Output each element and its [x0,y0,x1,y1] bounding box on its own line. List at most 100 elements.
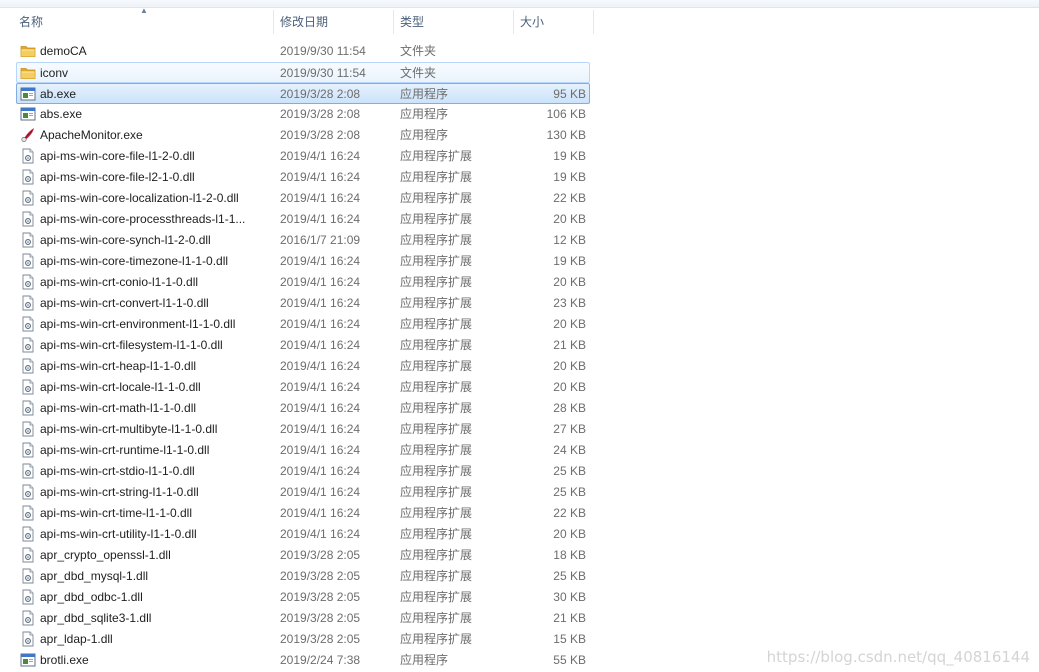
file-row[interactable]: api-ms-win-core-file-l1-2-0.dll 2019/4/1 … [0,146,1039,167]
file-name: api-ms-win-crt-math-l1-1-0.dll [40,401,197,415]
dll-icon [20,568,36,584]
file-row[interactable]: ab.exe 2019/3/28 2:08 应用程序 95 KB [16,83,590,104]
file-name: demoCA [40,44,87,58]
file-icon-cell [20,209,36,230]
file-row[interactable]: api-ms-win-core-localization-l1-2-0.dll 2… [0,188,1039,209]
file-name: api-ms-win-core-synch-l1-2-0.dll [40,233,211,247]
file-icon-cell [20,84,36,105]
file-size: 24 KB [553,443,586,457]
file-name: brotli.exe [40,653,89,667]
file-row[interactable]: api-ms-win-crt-filesystem-l1-1-0.dll 2019… [0,335,1039,356]
file-type: 应用程序扩展 [400,233,473,247]
file-name: apr_crypto_openssl-1.dll [40,548,171,562]
file-modified-date: 2019/3/28 2:05 [280,590,361,604]
file-row[interactable]: api-ms-win-core-timezone-l1-1-0.dll 2019/… [0,251,1039,272]
file-name: api-ms-win-crt-stdio-l1-1-0.dll [40,464,195,478]
file-modified-date: 2016/1/7 21:09 [280,233,361,247]
file-modified-date: 2019/4/1 16:24 [280,212,361,226]
dll-icon [20,274,36,290]
file-modified-date: 2019/4/1 16:24 [280,422,361,436]
file-size: 19 KB [553,170,586,184]
file-icon-cell [20,566,36,587]
file-icon-cell [20,524,36,545]
file-name: abs.exe [40,107,83,121]
file-row[interactable]: api-ms-win-crt-runtime-l1-1-0.dll 2019/4/… [0,440,1039,461]
file-size: 27 KB [553,422,586,436]
file-row[interactable]: api-ms-win-crt-locale-l1-1-0.dll 2019/4/1… [0,377,1039,398]
file-icon-cell [20,188,36,209]
dll-icon [20,442,36,458]
file-modified-date: 2019/4/1 16:24 [280,506,361,520]
file-size: 25 KB [553,464,586,478]
column-header-type[interactable]: 类型 [393,8,513,36]
file-row[interactable]: api-ms-win-crt-heap-l1-1-0.dll 2019/4/1 1… [0,356,1039,377]
column-header-name[interactable]: 名称 [12,8,272,36]
file-icon-cell [20,146,36,167]
file-icon-cell [20,377,36,398]
column-divider[interactable] [593,10,594,34]
file-type: 应用程序扩展 [400,506,473,520]
file-type: 应用程序扩展 [400,548,473,562]
dll-icon [20,589,36,605]
file-modified-date: 2019/4/1 16:24 [280,317,361,331]
file-row[interactable]: apr_dbd_sqlite3-1.dll 2019/3/28 2:05 应用程序扩… [0,608,1039,629]
file-row[interactable]: ApacheMonitor.exe 2019/3/28 2:08 应用程序 130 K… [0,125,1039,146]
file-row[interactable]: api-ms-win-crt-environment-l1-1-0.dll 201… [0,314,1039,335]
file-modified-date: 2019/3/28 2:05 [280,548,361,562]
dll-icon [20,358,36,374]
file-row[interactable]: api-ms-win-crt-convert-l1-1-0.dll 2019/4/… [0,293,1039,314]
dll-icon [20,631,36,647]
dll-icon [20,337,36,353]
file-row[interactable]: api-ms-win-crt-math-l1-1-0.dll 2019/4/1 1… [0,398,1039,419]
file-row[interactable]: apr_crypto_openssl-1.dll 2019/3/28 2:05 应用… [0,545,1039,566]
file-name: ab.exe [40,87,77,101]
file-modified-date: 2019/4/1 16:24 [280,485,361,499]
file-row[interactable]: apr_ldap-1.dll 2019/3/28 2:05 应用程序扩展 15 KB [0,629,1039,650]
file-row[interactable]: abs.exe 2019/3/28 2:08 应用程序 106 KB [0,104,1039,125]
file-row[interactable]: apr_dbd_odbc-1.dll 2019/3/28 2:05 应用程序扩展 30… [0,587,1039,608]
file-row[interactable]: api-ms-win-crt-string-l1-1-0.dll 2019/4/1… [0,482,1039,503]
file-row[interactable]: api-ms-win-crt-multibyte-l1-1-0.dll 2019/… [0,419,1039,440]
file-modified-date: 2019/4/1 16:24 [280,254,361,268]
file-type: 文件夹 [400,44,437,58]
file-row[interactable]: api-ms-win-crt-utility-l1-1-0.dll 2019/4/… [0,524,1039,545]
file-row[interactable]: api-ms-win-crt-conio-l1-1-0.dll 2019/4/1 … [0,272,1039,293]
file-row[interactable]: iconv 2019/9/30 11:54 文件夹 [16,62,590,83]
file-row[interactable]: apr_dbd_mysql-1.dll 2019/3/28 2:05 应用程序扩展 2… [0,566,1039,587]
file-modified-date: 2019/4/1 16:24 [280,464,361,478]
file-type: 应用程序扩展 [400,191,473,205]
file-row[interactable]: api-ms-win-core-processthreads-l1-1... 20… [0,209,1039,230]
file-modified-date: 2019/4/1 16:24 [280,149,361,163]
apache-feather-icon [20,127,36,143]
file-modified-date: 2019/3/28 2:05 [280,611,361,625]
file-row[interactable]: demoCA 2019/9/30 11:54 文件夹 [0,41,1039,62]
file-icon-cell [20,650,36,671]
file-size: 30 KB [553,590,586,604]
file-icon-cell [20,356,36,377]
file-size: 28 KB [553,401,586,415]
file-type: 应用程序扩展 [400,590,473,604]
file-name: api-ms-win-core-localization-l1-2-0.dll [40,191,239,205]
file-modified-date: 2019/4/1 16:24 [280,338,361,352]
file-row[interactable]: api-ms-win-core-file-l2-1-0.dll 2019/4/1 … [0,167,1039,188]
watermark-text: https://blog.csdn.net/qq_40816144 [766,648,1030,666]
column-header-date[interactable]: 修改日期 [273,8,393,36]
folder-icon [20,43,36,59]
file-icon-cell [20,104,36,125]
file-icon-cell [20,167,36,188]
file-icon-cell [20,545,36,566]
file-type: 应用程序 [400,107,449,121]
column-header-size[interactable]: 大小 [513,8,593,36]
exe-icon [20,652,36,668]
file-modified-date: 2019/4/1 16:24 [280,527,361,541]
file-size: 21 KB [553,611,586,625]
file-type: 应用程序 [400,87,449,101]
file-modified-date: 2019/4/1 16:24 [280,275,361,289]
file-row[interactable]: api-ms-win-crt-stdio-l1-1-0.dll 2019/4/1 … [0,461,1039,482]
file-row[interactable]: api-ms-win-core-synch-l1-2-0.dll 2016/1/7… [0,230,1039,251]
dll-icon [20,610,36,626]
file-row[interactable]: api-ms-win-crt-time-l1-1-0.dll 2019/4/1 1… [0,503,1039,524]
file-icon-cell [20,125,36,146]
dll-icon [20,463,36,479]
dll-icon [20,211,36,227]
